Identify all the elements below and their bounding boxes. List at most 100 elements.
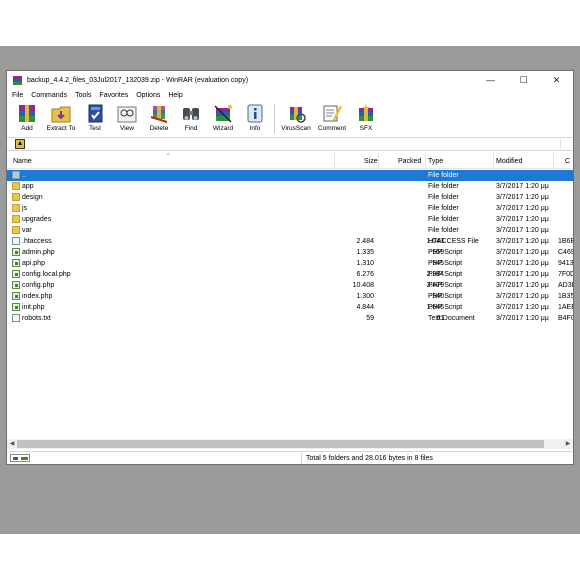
delete-button[interactable]: Delete (143, 102, 175, 135)
file-size: 2.484 (356, 237, 374, 245)
file-name: .. (22, 171, 26, 179)
menu-favorites[interactable]: Favorites (99, 92, 128, 99)
minimize-button[interactable]: — (474, 71, 507, 89)
file-name: admin.php (22, 248, 55, 256)
file-type: PHP Script (428, 270, 463, 278)
column-header-modified[interactable]: Modified (496, 158, 522, 165)
comment-label: Comment (317, 125, 347, 132)
php-file-icon (12, 303, 20, 311)
menu-file[interactable]: File (12, 92, 23, 99)
php-file-icon (12, 281, 20, 289)
info-button[interactable]: Info (239, 102, 271, 135)
virusscan-button[interactable]: VirusScan (278, 102, 314, 135)
maximize-button[interactable]: ☐ (507, 71, 540, 89)
file-size: 1.300 (356, 292, 374, 300)
table-row[interactable]: app File folder 3/7/2017 1:20 μμ (7, 181, 573, 192)
sfx-button[interactable]: SFX (350, 102, 382, 135)
file-size: 6.276 (356, 270, 374, 278)
menu-options[interactable]: Options (136, 92, 160, 99)
column-header-crc[interactable]: C (565, 158, 570, 165)
scrollbar-thumb[interactable] (17, 440, 544, 448)
toolbar: Add Extract To Test View Delete Find Wiz… (11, 102, 382, 135)
file-type: File folder (428, 226, 459, 234)
table-row[interactable]: config.local.php 6.276 2.384 PHP Script 3/7/… (7, 269, 573, 280)
file-type: PHP Script (428, 259, 463, 267)
sfx-label: SFX (359, 125, 373, 132)
test-button[interactable]: Test (79, 102, 111, 135)
column-header-size[interactable]: Size (364, 158, 378, 165)
table-row[interactable]: config.php 10.408 3.479 PHP Script 3/7/2017 … (7, 280, 573, 291)
file-size: 1.310 (356, 259, 374, 267)
up-folder-icon[interactable] (15, 139, 25, 149)
file-type: File folder (428, 193, 459, 201)
file-modified: 3/7/2017 1:20 μμ (496, 259, 549, 267)
title-bar[interactable]: backup_4.4.2_files_03Jul2017_132039.zip … (7, 71, 573, 89)
menu-help[interactable]: Help (168, 92, 182, 99)
wizard-button[interactable]: Wizard (207, 102, 239, 135)
horizontal-scrollbar[interactable]: ◀ ▶ (7, 439, 573, 449)
column-header-name[interactable]: Name (13, 158, 32, 165)
winrar-window: backup_4.4.2_files_03Jul2017_132039.zip … (6, 70, 574, 465)
table-row[interactable]: init.php 4.844 1.646 PHP Script 3/7/2017 1:2… (7, 302, 573, 313)
menu-tools[interactable]: Tools (75, 92, 91, 99)
file-crc: AD3D (558, 281, 573, 289)
file-rows: .. File folder app File folder 3/7/2017 1:20… (7, 170, 573, 324)
file-type: PHP Script (428, 281, 463, 289)
file-name: .htaccess (22, 237, 52, 245)
file-type: File folder (428, 182, 459, 190)
file-name: var (22, 226, 32, 234)
file-name: robots.txt (22, 314, 51, 322)
table-row[interactable]: robots.txt 59 51 Text Document 3/7/2017 1:20… (7, 313, 573, 324)
extract-to-button[interactable]: Extract To (43, 102, 79, 135)
folder-icon (12, 204, 20, 212)
comment-button[interactable]: Comment (314, 102, 350, 135)
table-row[interactable]: .. File folder (7, 170, 573, 181)
scroll-left-icon[interactable]: ◀ (7, 439, 17, 449)
table-row[interactable]: js File folder 3/7/2017 1:20 μμ (7, 203, 573, 214)
path-dropdown[interactable] (560, 140, 569, 149)
view-icon (117, 106, 137, 123)
column-header-type[interactable]: Type (428, 158, 443, 165)
file-name: upgrades (22, 215, 52, 223)
file-size: 1.335 (356, 248, 374, 256)
path-field[interactable] (31, 139, 555, 150)
table-row[interactable]: api.php 1.310 545 PHP Script 3/7/2017 1:20 μ… (7, 258, 573, 269)
info-label: Info (249, 125, 261, 132)
comment-icon (323, 105, 343, 122)
table-row[interactable]: admin.php 1.335 559 PHP Script 3/7/2017 1:20… (7, 247, 573, 258)
file-type: File folder (428, 171, 459, 179)
file-type: PHP Script (428, 292, 463, 300)
view-button[interactable]: View (111, 102, 143, 135)
folder-icon (12, 215, 20, 223)
virusscan-label: VirusScan (281, 125, 311, 132)
file-size: 4.844 (356, 303, 374, 311)
column-header-packed[interactable]: Packed (398, 158, 421, 165)
table-row[interactable]: upgrades File folder 3/7/2017 1:20 μμ (7, 214, 573, 225)
file-modified: 3/7/2017 1:20 μμ (496, 182, 549, 190)
file-icon (12, 314, 20, 322)
status-bar: Total 5 folders and 28.016 bytes in 8 fi… (7, 451, 573, 464)
close-button[interactable]: ✕ (540, 71, 573, 89)
file-type: File folder (428, 204, 459, 212)
table-row[interactable]: var File folder 3/7/2017 1:20 μμ (7, 225, 573, 236)
file-modified: 3/7/2017 1:20 μμ (496, 237, 549, 245)
winrar-app-icon (13, 75, 22, 85)
file-crc: 7F0D (558, 270, 573, 278)
file-modified: 3/7/2017 1:20 μμ (496, 226, 549, 234)
info-icon (247, 104, 263, 123)
sort-arrow-icon: ^ (167, 153, 170, 159)
table-row[interactable]: .htaccess 2.484 1.043 HTACCESS File 3/7/2017… (7, 236, 573, 247)
php-file-icon (12, 270, 20, 278)
delete-icon (150, 106, 168, 123)
table-row[interactable]: design File folder 3/7/2017 1:20 μμ (7, 192, 573, 203)
status-text: Total 5 folders and 28.016 bytes in 8 fi… (306, 455, 433, 462)
folder-icon (12, 193, 20, 201)
menu-commands[interactable]: Commands (31, 92, 67, 99)
table-row[interactable]: index.php 1.300 540 PHP Script 3/7/2017 1:20… (7, 291, 573, 302)
add-archive-icon (19, 105, 35, 122)
find-button[interactable]: Find (175, 102, 207, 135)
add-button[interactable]: Add (11, 102, 43, 135)
drive-status-icon[interactable] (10, 454, 30, 462)
file-size: 59 (366, 314, 374, 322)
scroll-right-icon[interactable]: ▶ (563, 439, 573, 449)
